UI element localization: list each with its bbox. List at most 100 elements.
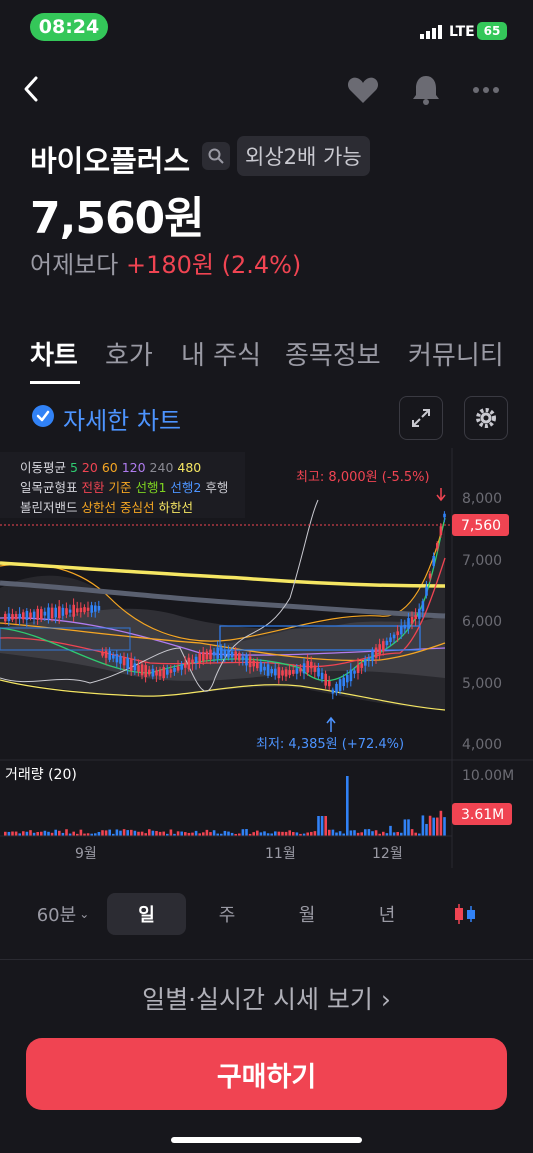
more-icon[interactable]: [472, 85, 500, 95]
settings-gear-icon[interactable]: [464, 396, 508, 440]
volume-bar: [36, 831, 39, 836]
candle-body: [277, 667, 281, 679]
candle-body: [241, 656, 245, 661]
candle-body: [209, 649, 212, 660]
period-month[interactable]: 월: [277, 893, 337, 935]
volume-bar: [292, 832, 295, 836]
legend-bollinger-items: 상한선 중심선 하한선: [82, 500, 193, 515]
tab-my-stock[interactable]: 내 주식: [181, 335, 261, 372]
search-icon[interactable]: [202, 142, 230, 170]
volume-bar: [25, 831, 29, 836]
legend-item: 20: [77, 460, 98, 475]
candle-body: [86, 607, 90, 611]
battery-indicator: 65: [477, 22, 507, 40]
tab-chart[interactable]: 차트: [30, 335, 78, 372]
candle-type-icon[interactable]: [440, 893, 490, 935]
volume-bars: [4, 776, 446, 836]
tab-community[interactable]: 커뮤니티: [408, 335, 504, 372]
heart-icon[interactable]: [347, 76, 379, 104]
y-tick-4000: 4,000: [462, 737, 502, 753]
candle-body: [166, 669, 169, 675]
volume-bar: [191, 832, 194, 836]
volume-bar: [119, 830, 122, 836]
volume-bar: [148, 829, 151, 836]
tab-stock-info[interactable]: 종목정보: [285, 335, 381, 372]
candle-body: [288, 670, 291, 676]
volume-bar: [407, 819, 410, 836]
candle-body: [94, 605, 97, 612]
candle-body: [310, 661, 313, 669]
volume-bar: [328, 829, 331, 836]
volume-bar: [176, 831, 180, 836]
volume-bar: [421, 815, 425, 836]
expand-icon[interactable]: [399, 396, 443, 440]
volume-bar: [281, 831, 284, 836]
price-change: 어제보다 +180원 (2.4%): [30, 245, 301, 280]
candle-body: [43, 611, 47, 616]
detail-chart-toggle[interactable]: 자세한 차트: [63, 401, 181, 436]
candle-body: [144, 665, 147, 678]
candle-body: [371, 650, 374, 661]
volume-bar: [288, 830, 291, 836]
candle-body: [191, 659, 194, 664]
buy-button[interactable]: 구매하기: [26, 1038, 507, 1110]
daily-realtime-link[interactable]: 일별·실시간 시세 보기 ›: [0, 980, 533, 1016]
candle-body: [61, 607, 65, 616]
legend-ma: 이동평균 5 20 60 120 240 480: [20, 457, 201, 476]
candle-body: [58, 606, 61, 619]
volume-bar: [338, 831, 342, 836]
volume-bar: [256, 830, 259, 836]
candle-body: [79, 607, 83, 613]
high-arrow-icon: [436, 488, 446, 502]
check-icon[interactable]: [32, 405, 54, 427]
period-60min[interactable]: 60분 ⌄: [27, 893, 99, 935]
candle-body: [328, 681, 331, 687]
back-icon[interactable]: [20, 75, 44, 103]
candle-body: [238, 653, 241, 661]
volume-bar: [47, 831, 50, 836]
volume-bar: [133, 830, 137, 836]
legend-bollinger: 볼린저밴드 상한선 중심선 하한선: [20, 497, 193, 516]
candle-body: [248, 656, 252, 668]
period-day[interactable]: 일: [107, 893, 186, 935]
candle-body: [90, 605, 93, 613]
candle-body: [122, 657, 126, 666]
candle-body: [173, 667, 176, 672]
volume-bar: [227, 831, 230, 836]
candle-body: [40, 609, 43, 619]
bell-icon[interactable]: [411, 74, 441, 106]
volume-bar: [29, 830, 32, 836]
volume-bar: [126, 830, 129, 836]
candle-body: [112, 654, 115, 659]
candle-body: [151, 668, 155, 677]
period-week[interactable]: 주: [197, 893, 257, 935]
change-label: 어제보다: [30, 251, 119, 279]
candle-body: [270, 668, 273, 674]
candle-body: [364, 659, 367, 666]
candle-body: [353, 670, 356, 674]
candle-body: [180, 664, 183, 670]
volume-bar: [14, 831, 18, 836]
volume-bar: [425, 823, 428, 836]
margin-badge[interactable]: 외상2배 가능: [237, 136, 370, 176]
period-year[interactable]: 년: [357, 893, 417, 935]
x-tick-sep: 9월: [75, 846, 97, 862]
y-tick-8000: 8,000: [462, 491, 502, 507]
volume-bar: [104, 830, 108, 836]
candle-body: [407, 618, 410, 629]
volume-bar: [209, 832, 212, 836]
candle-body: [14, 613, 18, 620]
candle-body: [130, 659, 133, 671]
candle-body: [418, 608, 421, 619]
candle-body: [223, 650, 227, 657]
period-selector: 60분 ⌄ 일 주 월 년: [0, 893, 533, 937]
tab-orderbook[interactable]: 호가: [105, 335, 153, 372]
home-indicator: [171, 1137, 362, 1143]
candle-body: [126, 657, 129, 669]
candle-body: [11, 614, 14, 620]
candle-body: [7, 613, 11, 622]
candle-body: [50, 607, 54, 619]
volume-bar: [22, 831, 25, 836]
candle-body: [439, 526, 443, 536]
volume-bar: [151, 830, 155, 836]
